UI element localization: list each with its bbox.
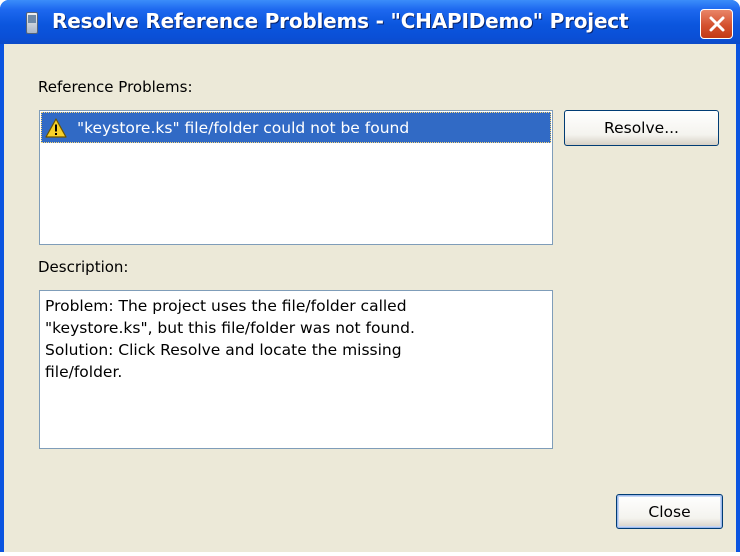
description-line: Solution: Click Resolve and locate the m… (45, 341, 402, 359)
dialog-window: Resolve Reference Problems - "CHAPIDemo"… (0, 0, 740, 552)
warning-icon (45, 117, 67, 138)
list-item-label: "keystore.ks" file/folder could not be f… (77, 118, 410, 137)
reference-problems-label: Reference Problems: (38, 78, 193, 96)
window-close-button[interactable] (700, 9, 733, 39)
description-line: "keystore.ks", but this file/folder was … (45, 319, 415, 337)
app-icon (26, 12, 38, 34)
list-item[interactable]: "keystore.ks" file/folder could not be f… (41, 112, 551, 143)
close-button[interactable]: Close (616, 494, 723, 529)
close-icon (709, 16, 724, 32)
window-title: Resolve Reference Problems - "CHAPIDemo"… (52, 9, 629, 33)
resolve-button[interactable]: Resolve... (564, 110, 719, 146)
description-label: Description: (38, 258, 129, 276)
dialog-body: Reference Problems: "keystore.ks" file/f… (4, 44, 736, 552)
description-text-area[interactable]: Problem: The project uses the file/folde… (39, 290, 553, 449)
description-line: Problem: The project uses the file/folde… (45, 297, 407, 315)
description-line: file/folder. (45, 363, 123, 381)
reference-problems-list[interactable]: "keystore.ks" file/folder could not be f… (39, 110, 553, 245)
title-bar[interactable]: Resolve Reference Problems - "CHAPIDemo"… (0, 0, 740, 44)
